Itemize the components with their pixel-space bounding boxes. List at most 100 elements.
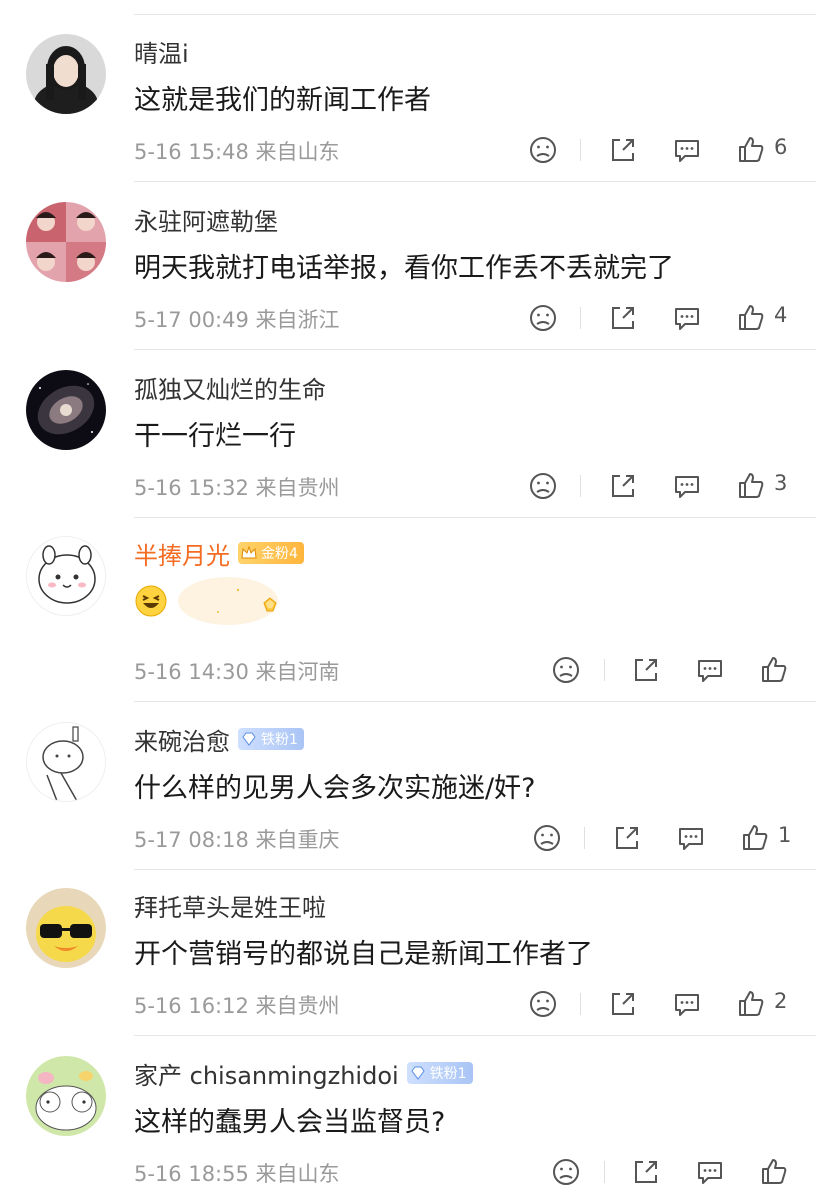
share-icon (612, 993, 634, 1015)
dislike-button[interactable] (530, 821, 564, 855)
share-icon (635, 659, 657, 681)
timestamp: 5-16 18:55 (134, 1162, 249, 1186)
share-button[interactable] (629, 1155, 663, 1189)
action-bar: 2 (516, 987, 816, 1027)
like-icon (762, 657, 787, 682)
like-button[interactable] (734, 133, 768, 167)
dislike-button[interactable] (526, 987, 560, 1021)
username[interactable]: 家产 chisanmingzhidoi 铁粉1 (134, 1056, 473, 1090)
username[interactable]: 拜托草头是姓王啦 (134, 888, 326, 922)
comment-text: 这就是我们的新闻工作者 (134, 85, 431, 116)
username[interactable]: 晴温i (134, 34, 189, 68)
share-button[interactable] (606, 987, 640, 1021)
avatar[interactable] (26, 370, 106, 450)
fan-badge[interactable]: 铁粉1 (406, 1062, 473, 1084)
like-button[interactable] (757, 1155, 791, 1189)
timestamp: 5-17 08:18 (134, 828, 249, 852)
location: 来自山东 (255, 1162, 340, 1186)
diamond-icon (242, 732, 256, 746)
username-text: 家产 chisanmingzhidoi (134, 1061, 399, 1090)
share-button[interactable] (629, 653, 663, 687)
divider (134, 517, 816, 518)
divider (134, 701, 816, 702)
action-bar: 1 (516, 821, 816, 861)
username[interactable]: 半捧月光 金粉4 (134, 536, 304, 570)
like-button[interactable] (734, 469, 768, 503)
comment-button[interactable] (693, 653, 727, 687)
divider (134, 869, 816, 870)
like-count: 3 (774, 471, 788, 495)
comment-item: 半捧月光 金粉4 5-16 14:30 来自河南 (0, 536, 816, 702)
share-icon (612, 475, 634, 497)
separator (604, 659, 605, 681)
fan-badge[interactable]: 金粉4 (238, 542, 304, 564)
comment-button[interactable] (670, 987, 704, 1021)
comment-item: 拜托草头是姓王啦 开个营销号的都说自己是新闻工作者了 5-16 16:12 来自… (0, 888, 816, 1038)
like-button[interactable] (734, 987, 768, 1021)
comment-meta: 5-16 15:32 来自贵州 (134, 472, 340, 502)
username[interactable]: 永驻阿遮勒堡 (134, 202, 278, 236)
dislike-icon (553, 657, 579, 683)
username-text: 半捧月光 (134, 541, 230, 570)
timestamp: 5-16 15:48 (134, 140, 249, 164)
comment-icon (698, 1162, 722, 1184)
like-icon (739, 473, 764, 498)
like-icon (743, 825, 768, 850)
comment-icon (675, 140, 699, 162)
comment-meta: 5-16 14:30 来自河南 (134, 656, 340, 686)
separator (580, 993, 581, 1015)
dislike-button[interactable] (549, 1155, 583, 1189)
divider (134, 349, 816, 350)
comment-button[interactable] (674, 821, 708, 855)
share-button[interactable] (610, 821, 644, 855)
location: 来自贵州 (255, 994, 340, 1018)
comment-icon (675, 994, 699, 1016)
username-text: 来碗治愈 (134, 727, 230, 756)
avatar[interactable] (26, 722, 106, 802)
action-bar (516, 653, 816, 693)
avatar[interactable] (26, 1056, 106, 1136)
share-button[interactable] (606, 301, 640, 335)
separator (584, 827, 585, 849)
dislike-button[interactable] (549, 653, 583, 687)
gold-medal-sticker-icon (178, 577, 278, 625)
comment-text: 干一行烂一行 (134, 421, 296, 452)
like-button[interactable] (738, 821, 772, 855)
fan-badge[interactable]: 铁粉1 (238, 728, 304, 750)
comment-item: 永驻阿遮勒堡 明天我就打电话举报，看你工作丢不丢就完了 5-17 00:49 来… (0, 202, 816, 352)
timestamp: 5-17 00:49 (134, 308, 249, 332)
comment-button[interactable] (670, 133, 704, 167)
share-button[interactable] (606, 133, 640, 167)
dislike-icon (534, 825, 560, 851)
crown-icon (241, 545, 257, 559)
comment-item: 来碗治愈 铁粉1 什么样的见男人会多次实施迷/奸? 5-17 08:18 来自重… (0, 722, 816, 872)
grinning-emoji-icon (135, 585, 167, 617)
comment-button[interactable] (670, 301, 704, 335)
separator (580, 307, 581, 329)
username[interactable]: 孤独又灿烂的生命 (134, 370, 326, 404)
share-button[interactable] (606, 469, 640, 503)
like-icon (762, 1159, 787, 1184)
dislike-button[interactable] (526, 133, 560, 167)
share-icon (635, 1161, 657, 1183)
username[interactable]: 来碗治愈 铁粉1 (134, 722, 304, 756)
comment-button[interactable] (693, 1155, 727, 1189)
action-bar: 6 (516, 133, 816, 173)
avatar[interactable] (26, 34, 106, 114)
location: 来自山东 (255, 140, 340, 164)
action-bar: 4 (516, 301, 816, 341)
like-button[interactable] (757, 653, 791, 687)
avatar[interactable] (26, 536, 106, 616)
avatar[interactable] (26, 202, 106, 282)
share-icon (612, 139, 634, 161)
avatar[interactable] (26, 888, 106, 968)
like-icon (739, 305, 764, 330)
dislike-icon (553, 1159, 579, 1185)
separator (604, 1161, 605, 1183)
dislike-button[interactable] (526, 469, 560, 503)
like-button[interactable] (734, 301, 768, 335)
dislike-icon (530, 473, 556, 499)
dislike-button[interactable] (526, 301, 560, 335)
comment-button[interactable] (670, 469, 704, 503)
share-icon (612, 307, 634, 329)
